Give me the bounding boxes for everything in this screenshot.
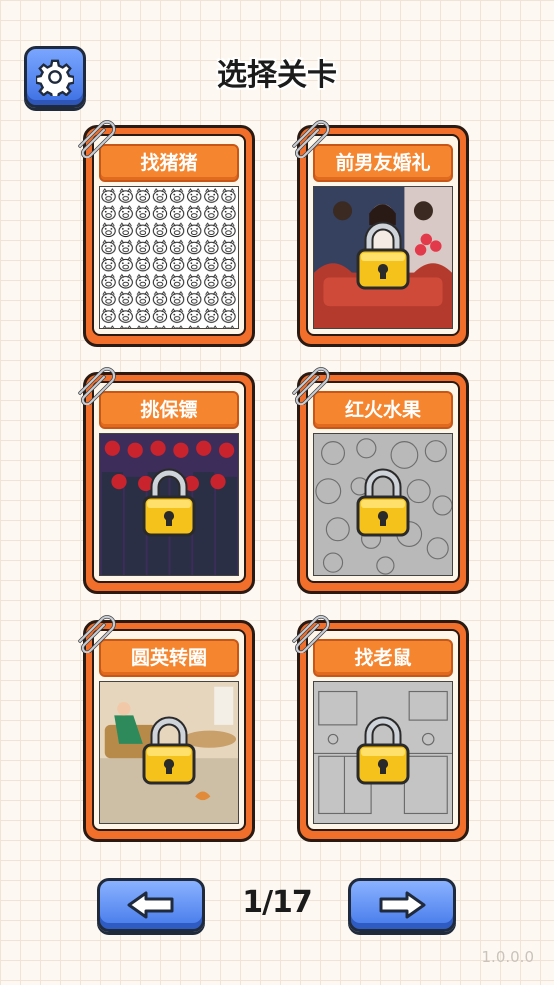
paperclip-icon [292,367,330,405]
level-card-5[interactable]: 圆英转圈 [78,615,255,842]
level-thumbnail [313,433,453,576]
lock-icon [142,716,196,784]
level-thumbnail [99,433,239,576]
level-thumbnail [99,681,239,824]
paperclip-icon [78,120,116,158]
level-card-4[interactable]: 红火水果 [292,367,469,594]
lock-icon [356,716,410,784]
arrow-right-icon [379,891,426,919]
arrow-left-icon [127,891,174,919]
level-card-6[interactable]: 找老鼠 [292,615,469,842]
paperclip-icon [78,615,116,653]
card-frame: 找老鼠 [306,629,460,831]
card-frame: 找猪猪 [92,134,246,336]
level-thumbnail [313,681,453,824]
lock-icon [356,221,410,289]
paperclip-icon [292,120,330,158]
page-indicator: 1/17 [242,885,313,920]
level-thumbnail [99,186,239,329]
next-page-button[interactable] [348,878,456,932]
card-frame: 红火水果 [306,381,460,583]
lock-icon [142,468,196,536]
level-card-2[interactable]: 前男友婚礼 [292,120,469,347]
level-thumbnail [313,186,453,329]
lock-icon [356,468,410,536]
level-card-1[interactable]: 找猪猪 [78,120,255,347]
paperclip-icon [292,615,330,653]
version-label: 1.0.0.0 [481,948,534,966]
paperclip-icon [78,367,116,405]
level-card-3[interactable]: 挑保镖 [78,367,255,594]
card-frame: 圆英转圈 [92,629,246,831]
card-frame: 挑保镖 [92,381,246,583]
page-title: 选择关卡 [217,58,337,93]
card-frame: 前男友婚礼 [306,134,460,336]
prev-page-button[interactable] [97,878,205,932]
